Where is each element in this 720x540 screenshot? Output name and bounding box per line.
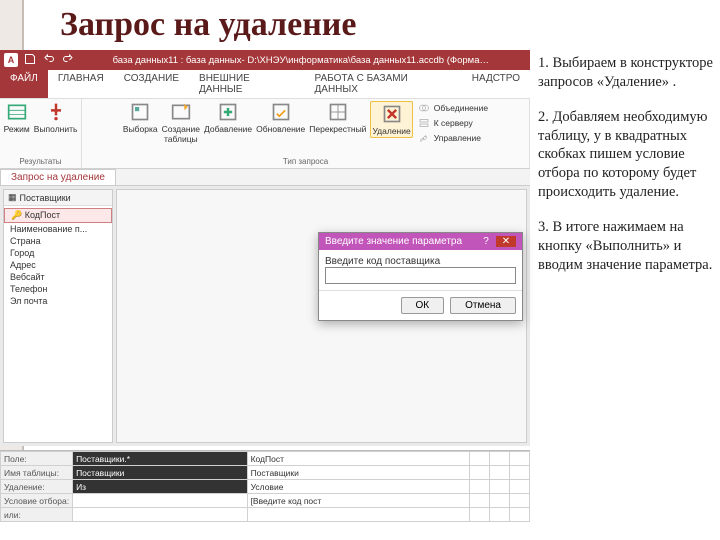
ribbon: Режим Выполнить Результаты Выборка: [0, 99, 530, 169]
append-icon: [217, 101, 239, 123]
ribbon-group-results: Результаты: [4, 157, 77, 166]
slide-title: Запрос на удаление: [0, 0, 720, 50]
delete-query-button[interactable]: Удаление: [370, 101, 412, 138]
redo-icon[interactable]: [62, 53, 74, 65]
table-icon: ▦: [8, 192, 17, 203]
list-item[interactable]: Наименование п...: [4, 223, 112, 235]
dialog-titlebar[interactable]: Введите значение параметра ? ✕: [319, 233, 522, 250]
dialog-label: Введите код поставщика: [325, 256, 516, 267]
wrench-icon: [417, 131, 431, 145]
server-icon: [417, 116, 431, 130]
parameter-dialog: Введите значение параметра ? ✕ Введите к…: [318, 232, 523, 321]
list-item[interactable]: Адрес: [4, 259, 112, 271]
qbe-row-table: Имя таблицы:: [1, 466, 73, 480]
run-icon: [45, 101, 67, 123]
union-icon: [417, 101, 431, 115]
qbe-row-or: или:: [1, 508, 73, 522]
field-list: ▦ Поставщики 🔑 КодПост Наименование п...…: [3, 189, 113, 443]
union-button[interactable]: Объединение: [417, 101, 488, 115]
qbe-row-field: Поле:: [1, 452, 73, 466]
delete-icon: [381, 103, 403, 125]
doc-tab-delete-query[interactable]: Запрос на удаление: [0, 169, 116, 185]
passthrough-button[interactable]: К серверу: [417, 116, 473, 130]
update-icon: [270, 101, 292, 123]
update-button[interactable]: Обновление: [256, 101, 305, 134]
tab-create[interactable]: СОЗДАНИЕ: [114, 70, 189, 98]
run-button[interactable]: Выполнить: [34, 101, 78, 134]
select-query-button[interactable]: Выборка: [123, 101, 158, 134]
ok-button[interactable]: ОК: [401, 297, 445, 314]
tab-dbtools[interactable]: РАБОТА С БАЗАМИ ДАННЫХ: [305, 70, 462, 98]
tab-external[interactable]: ВНЕШНИЕ ДАННЫЕ: [189, 70, 304, 98]
maketable-icon: [170, 101, 192, 123]
list-item[interactable]: Телефон: [4, 283, 112, 295]
ribbon-group-querytype: Тип запроса: [86, 157, 525, 166]
crosstab-icon: [327, 101, 349, 123]
tab-addin[interactable]: НАДСТРО: [462, 70, 530, 98]
crosstab-button[interactable]: Перекрестный: [309, 101, 366, 134]
dialog-title: Введите значение параметра: [325, 236, 462, 247]
append-button[interactable]: Добавление: [204, 101, 252, 134]
datadef-button[interactable]: Управление: [417, 131, 481, 145]
instruction-step-2: 2. Добавляем необходимую таблицу, у в кв…: [538, 108, 716, 202]
instruction-step-3: 3. В итоге нажимаем на кнопку «Выполнить…: [538, 218, 716, 275]
select-icon: [129, 101, 151, 123]
document-tabs: Запрос на удаление: [0, 169, 530, 186]
instructions-panel: 1. Выбираем в конструкторе запросов «Уда…: [530, 50, 720, 540]
list-item[interactable]: Эл почта: [4, 295, 112, 307]
datasheet-icon: [6, 101, 28, 123]
access-app-icon: A: [4, 53, 18, 67]
maketable-button[interactable]: Создание таблицы: [162, 101, 200, 144]
quick-access-toolbar: [22, 53, 76, 68]
ribbon-tabstrip: ФАЙЛ ГЛАВНАЯ СОЗДАНИЕ ВНЕШНИЕ ДАННЫЕ РАБ…: [0, 70, 530, 99]
view-button[interactable]: Режим: [4, 101, 30, 134]
undo-icon[interactable]: [43, 53, 55, 65]
list-item[interactable]: Страна: [4, 235, 112, 247]
close-button[interactable]: ✕: [496, 236, 516, 247]
window-titlebar: A база данных11 : база данных- D:\ХНЭУ\и…: [0, 50, 530, 70]
save-icon[interactable]: [24, 53, 36, 65]
list-item[interactable]: Город: [4, 247, 112, 259]
qbe-grid[interactable]: Поле: Поставщики.* КодПост Имя таблицы: …: [0, 450, 530, 540]
tab-home[interactable]: ГЛАВНАЯ: [48, 70, 114, 98]
qbe-row-delete: Удаление:: [1, 480, 73, 494]
cancel-button[interactable]: Отмена: [450, 297, 516, 314]
field-list-header[interactable]: ▦ Поставщики: [4, 190, 112, 206]
parameter-input[interactable]: [325, 267, 516, 284]
instruction-step-1: 1. Выбираем в конструкторе запросов «Уда…: [538, 54, 716, 92]
help-button[interactable]: ?: [476, 236, 496, 247]
list-item[interactable]: Вебсайт: [4, 271, 112, 283]
list-item[interactable]: 🔑 КодПост: [4, 208, 112, 223]
qbe-row-criteria: Условие отбора:: [1, 494, 73, 508]
tab-file[interactable]: ФАЙЛ: [0, 70, 48, 98]
window-title: база данных11 : база данных- D:\ХНЭУ\инф…: [76, 55, 526, 66]
access-screenshot: A база данных11 : база данных- D:\ХНЭУ\и…: [0, 50, 530, 540]
